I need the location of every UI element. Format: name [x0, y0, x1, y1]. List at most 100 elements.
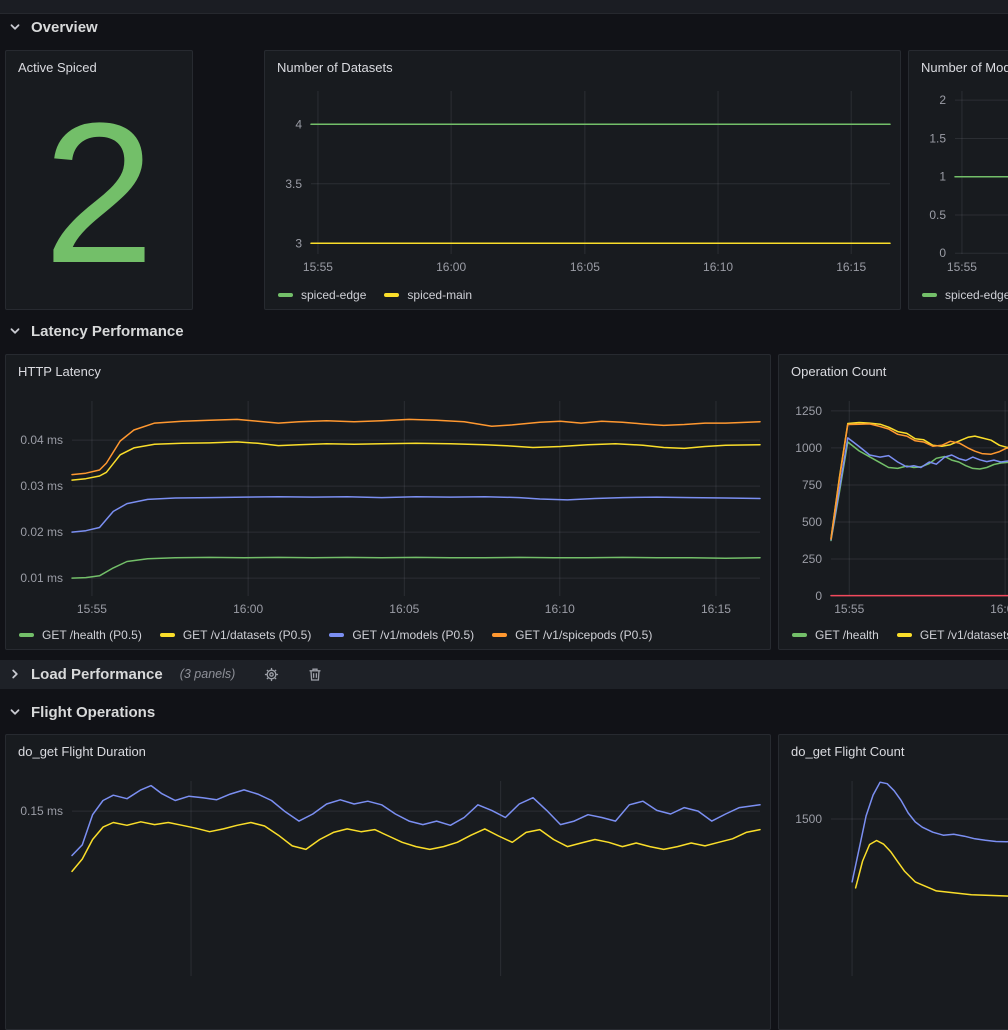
panel-title[interactable]: Operation Count [779, 355, 1008, 385]
legend-swatch [278, 293, 293, 297]
svg-text:15:55: 15:55 [947, 260, 977, 274]
panel-title[interactable]: Number of Models [909, 51, 1008, 81]
section-load-performance[interactable]: Load Performance (3 panels) [8, 661, 322, 687]
svg-text:0.03 ms: 0.03 ms [20, 479, 63, 493]
section-flight-operations[interactable]: Flight Operations [8, 699, 155, 725]
svg-text:16:00: 16:00 [436, 260, 466, 274]
svg-text:16:10: 16:10 [703, 260, 733, 274]
panel-http-latency: 15:55 16:00 16:05 16:10 16:15 0.01 ms 0.02 ms 0… [5, 354, 771, 650]
panel-title[interactable]: do_get Flight Duration [6, 735, 770, 765]
svg-text:16:05: 16:05 [570, 260, 600, 274]
legend-swatch [792, 633, 807, 637]
panel-title[interactable]: HTTP Latency [6, 355, 770, 385]
svg-text:0.01 ms: 0.01 ms [20, 571, 63, 585]
panel-number-of-models: 15:550 0.5 1 1.5 2 Number of Models spiced-e… [908, 50, 1008, 310]
legend-label: GET /v1/datasets (P0.5) [183, 628, 312, 642]
legend-swatch [922, 293, 937, 297]
flight-count-chart[interactable]: 1500 [779, 735, 1008, 1029]
flight-duration-chart[interactable]: 0.15 ms [6, 735, 770, 1029]
svg-text:16:05: 16:05 [389, 602, 419, 616]
svg-text:15:55: 15:55 [834, 602, 864, 616]
svg-text:1.5: 1.5 [929, 131, 946, 145]
top-toolbar-edge [0, 0, 1008, 14]
panel-do-get-flight-duration: 0.15 ms do_get Flight Duration [5, 734, 771, 1030]
svg-text:1250: 1250 [795, 404, 822, 418]
svg-text:1: 1 [939, 170, 946, 184]
chart-legend: GET /health (P0.5) GET /v1/datasets (P0.5… [19, 628, 652, 642]
legend-item[interactable]: spiced-main [384, 288, 472, 302]
http-latency-chart[interactable]: 15:55 16:00 16:05 16:10 16:15 0.01 ms 0.02 ms 0… [6, 355, 770, 649]
legend-label: GET /v1/models (P0.5) [352, 628, 474, 642]
svg-text:3.5: 3.5 [285, 177, 302, 191]
svg-text:1500: 1500 [795, 812, 822, 826]
legend-label: GET /v1/datasets [920, 628, 1008, 642]
chevron-down-icon [8, 324, 22, 338]
legend-item[interactable]: GET /health [792, 628, 879, 642]
legend-item[interactable]: GET /v1/spicepods (P0.5) [492, 628, 652, 642]
legend-swatch [19, 633, 34, 637]
chart-legend: spiced-edge spiced-main [278, 288, 472, 302]
svg-text:16:10: 16:10 [545, 602, 575, 616]
legend-label: spiced-edge [301, 288, 366, 302]
chart-legend: GET /healthGET /v1/datasetsGET /v1/model… [792, 628, 1008, 642]
chart-legend: spiced-edge [922, 288, 1008, 302]
section-title: Load Performance [31, 666, 163, 683]
stat-value: 2 [6, 85, 192, 303]
panel-count-label: (3 panels) [180, 667, 236, 681]
svg-text:4: 4 [295, 117, 302, 131]
section-overview[interactable]: Overview [8, 14, 98, 40]
gear-icon[interactable] [264, 667, 279, 682]
svg-text:0.5: 0.5 [929, 208, 946, 222]
legend-label: GET /health (P0.5) [42, 628, 142, 642]
panel-title[interactable]: Number of Datasets [265, 51, 900, 81]
panel-operation-count: 15:55 16:00 0 250 500 750 1000 1250 Operation C… [778, 354, 1008, 650]
svg-text:16:15: 16:15 [836, 260, 866, 274]
svg-text:15:55: 15:55 [77, 602, 107, 616]
legend-swatch [160, 633, 175, 637]
chevron-down-icon [8, 20, 22, 34]
legend-label: spiced-edge [945, 288, 1008, 302]
legend-swatch [492, 633, 507, 637]
legend-item[interactable]: GET /v1/datasets (P0.5) [160, 628, 312, 642]
trash-icon[interactable] [308, 667, 322, 682]
legend-swatch [384, 293, 399, 297]
legend-label: spiced-main [407, 288, 472, 302]
svg-text:15:55: 15:55 [303, 260, 333, 274]
legend-item[interactable]: GET /health (P0.5) [19, 628, 142, 642]
svg-text:0.15 ms: 0.15 ms [20, 804, 63, 818]
operation-count-chart[interactable]: 15:55 16:00 0 250 500 750 1000 1250 [779, 355, 1008, 649]
svg-text:16:00: 16:00 [990, 602, 1008, 616]
datasets-chart[interactable]: 15:55 16:00 16:05 16:10 16:15 3 3.5 4 [265, 51, 900, 309]
svg-text:0.02 ms: 0.02 ms [20, 525, 63, 539]
section-title: Flight Operations [31, 704, 155, 721]
legend-swatch [329, 633, 344, 637]
chevron-down-icon [8, 705, 22, 719]
svg-text:500: 500 [802, 515, 822, 529]
legend-item[interactable]: spiced-edge [278, 288, 366, 302]
legend-item[interactable]: spiced-edge [922, 288, 1008, 302]
section-latency-performance[interactable]: Latency Performance [8, 318, 184, 344]
section-title: Overview [31, 19, 98, 36]
svg-text:0: 0 [815, 589, 822, 603]
svg-text:2: 2 [939, 93, 946, 107]
chevron-right-icon [8, 667, 22, 681]
svg-text:16:15: 16:15 [701, 602, 731, 616]
models-chart[interactable]: 15:550 0.5 1 1.5 2 [909, 51, 1008, 309]
legend-label: GET /health [815, 628, 879, 642]
svg-text:1000: 1000 [795, 441, 822, 455]
panel-title[interactable]: Active Spiced [6, 51, 192, 81]
panel-active-spiced: Active Spiced 2 [5, 50, 193, 310]
panel-do-get-flight-count: 1500 do_get Flight Count [778, 734, 1008, 1030]
legend-label: GET /v1/spicepods (P0.5) [515, 628, 652, 642]
svg-text:250: 250 [802, 552, 822, 566]
grafana-dashboard: { "sections": [ {"label": "Overview", "s… [0, 0, 1008, 849]
svg-text:0: 0 [939, 246, 946, 260]
legend-item[interactable]: GET /v1/datasets [897, 628, 1008, 642]
svg-text:0.04 ms: 0.04 ms [20, 433, 63, 447]
svg-text:16:00: 16:00 [233, 602, 263, 616]
svg-text:750: 750 [802, 478, 822, 492]
panel-number-of-datasets: 15:55 16:00 16:05 16:10 16:15 3 3.5 4 Number of… [264, 50, 901, 310]
svg-text:3: 3 [295, 236, 302, 250]
legend-item[interactable]: GET /v1/models (P0.5) [329, 628, 474, 642]
panel-title[interactable]: do_get Flight Count [779, 735, 1008, 765]
